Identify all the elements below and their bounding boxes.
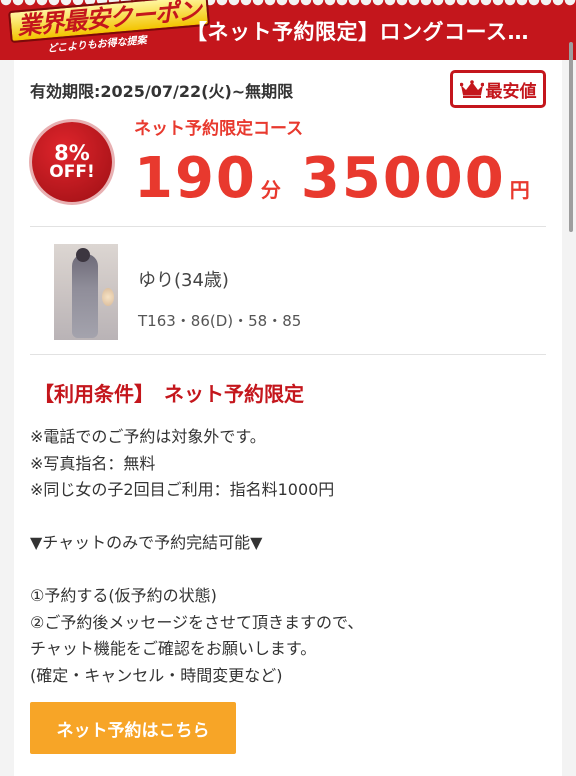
photo-head [76,248,90,262]
crown-icon [459,80,484,98]
terms-line: ②ご予約後メッセージをさせて頂きますので、 [30,612,364,632]
terms-line: ※写真指名：無料 [30,453,156,473]
validity-period: 有効期限:2025/07/22(火)~無期限 [30,82,294,101]
course-price: 35000 [300,146,506,211]
course-duration: 190 [134,146,257,211]
terms-line: チャット機能をご確認をお願いします。 [30,639,317,658]
discount-off-label: OFF! [49,162,95,183]
duration-unit: 分 [260,178,281,202]
terms-line: ※同じ女の子2回目ご利用：指名料1000円 [30,480,335,499]
cheapest-label: 最安値 [485,81,537,102]
terms-list: ※電話でのご予約は対象外です。 ※写真指名：無料 ※同じ女の子2回目ご利用：指名… [30,424,546,689]
discount-badge: 8% OFF! [32,122,112,202]
coupon-banner-icon: 業界最安クーポン どこよりもお得な提案 [4,0,211,60]
terms-title: 【利用条件】 ネット予約限定 [34,382,304,406]
coupon-card: 有効期限:2025/07/22(火)~無期限 最安値 8% OFF! ネット予約… [14,60,562,776]
terms-line: ①予約する(仮予約の状態) [30,586,217,605]
coupon-title[interactable]: 【ネット予約限定】ロングコース… [186,16,529,46]
terms-line: ※電話でのご予約は対象外です。 [30,427,266,446]
terms-line [30,504,546,531]
reserve-button[interactable]: ネット予約はこちら [30,702,236,754]
course-label: ネット予約限定コース [134,119,304,139]
girl-stats: T163・86(D)・58・85 [138,312,302,330]
photo-lamp [102,288,114,306]
discount-percent: 8% [54,141,90,166]
scrollbar[interactable] [569,42,573,232]
divider [30,226,546,227]
girl-name[interactable]: ゆり(34歳) [138,266,229,292]
terms-line [30,557,546,584]
cheapest-badge: 最安値 [450,70,546,108]
price-unit: 円 [509,178,530,202]
divider [30,354,546,355]
terms-line: (確定・キャンセル・時間変更など) [30,665,283,685]
photo-figure [72,254,98,338]
coupon-header: 業界最安クーポン どこよりもお得な提案 【ネット予約限定】ロングコース… [0,0,576,60]
price-row: 190 分 35000 円 [134,146,530,211]
terms-line: ▼チャットのみで予約完結可能▼ [30,533,263,552]
girl-photo[interactable] [54,244,118,340]
